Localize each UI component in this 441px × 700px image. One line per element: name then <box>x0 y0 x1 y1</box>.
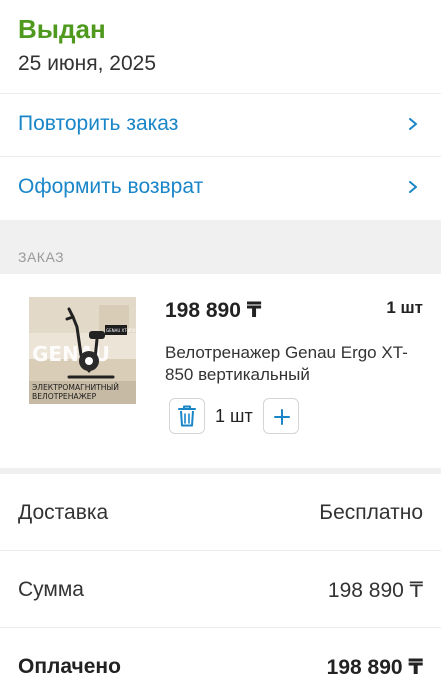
repeat-order-button[interactable]: Повторить заказ <box>0 94 441 157</box>
item-price: 198 890 ₸ <box>165 299 262 322</box>
order-section-label: ЗАКАЗ <box>18 249 65 265</box>
return-order-label: Оформить возврат <box>18 175 204 198</box>
order-status-block: Выдан 25 июня, 2025 <box>0 0 441 94</box>
summary-value: Бесплатно <box>319 501 423 524</box>
model-tag: GENAU XT-850 <box>106 328 136 333</box>
summary-label: Доставка <box>18 501 109 524</box>
summary-row-paid: Оплачено 198 890 ₸ <box>0 628 441 700</box>
summary-label: Оплачено <box>18 655 121 678</box>
summary-value: 198 890 ₸ <box>327 579 423 602</box>
chevron-right-icon <box>409 118 417 130</box>
order-section-header: ЗАКАЗ <box>0 220 441 274</box>
increase-quantity-button[interactable] <box>263 398 299 434</box>
image-caption-line1: ЭЛЕКТРОМАГНИТНЫЙ <box>32 383 119 392</box>
order-status-title: Выдан <box>18 14 106 44</box>
delete-item-button[interactable] <box>169 398 205 434</box>
trash-icon <box>178 405 196 427</box>
return-order-button[interactable]: Оформить возврат <box>0 157 441 220</box>
order-status-date: 25 июня, 2025 <box>18 52 157 75</box>
item-quantity: 1 шт <box>386 298 423 317</box>
product-image[interactable]: GENAU GENAU XT-850 ЭЛЕКТРОМАГНИТНЫЙ ВЕЛО… <box>29 297 136 404</box>
item-name[interactable]: Велотренажер Genau Ergo XT-850 вертикаль… <box>165 342 415 386</box>
plus-icon <box>274 409 290 425</box>
chevron-right-icon <box>409 181 417 193</box>
image-caption-line2: ВЕЛОТРЕНАЖЕР <box>32 392 97 401</box>
summary-row-total: Сумма 198 890 ₸ <box>0 551 441 628</box>
summary-row-delivery: Доставка Бесплатно <box>0 474 441 551</box>
summary-value: 198 890 ₸ <box>326 656 423 679</box>
repeat-order-label: Повторить заказ <box>18 112 179 135</box>
exercise-bike-image: GENAU GENAU XT-850 ЭЛЕКТРОМАГНИТНЫЙ ВЕЛО… <box>29 297 136 404</box>
summary-label: Сумма <box>18 578 84 601</box>
order-item: GENAU GENAU XT-850 ЭЛЕКТРОМАГНИТНЫЙ ВЕЛО… <box>0 274 441 468</box>
quantity-stepper-value: 1 шт <box>215 406 253 426</box>
